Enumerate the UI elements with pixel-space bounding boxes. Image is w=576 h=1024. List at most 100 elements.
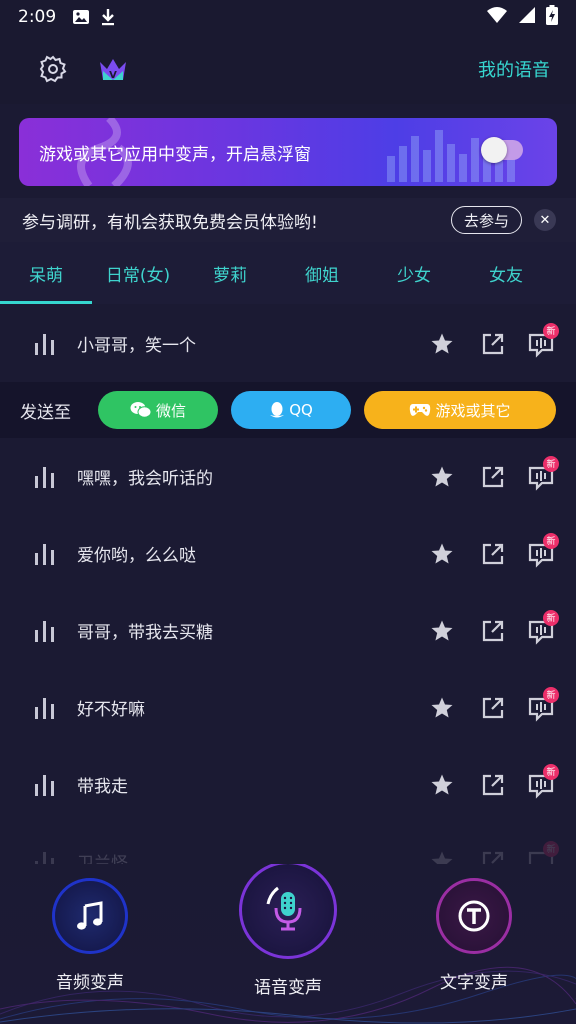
send-game-button[interactable]: 游戏或其它 <box>364 391 556 429</box>
download-icon <box>100 8 116 26</box>
list-item[interactable]: 嘿嘿，我会听话的 新 <box>0 438 576 515</box>
new-badge: 新 <box>543 840 559 857</box>
status-bar: 2:09 <box>0 0 576 34</box>
list-item[interactable]: 哥哥，带我去买糖 新 <box>0 592 576 669</box>
tab-label: 御姐 <box>305 265 339 286</box>
tab-daily-female[interactable]: 日常(女) <box>92 242 184 304</box>
share-icon[interactable] <box>481 542 505 566</box>
voice-label: 小哥哥，笑一个 <box>77 336 196 356</box>
new-badge: 新 <box>543 455 559 472</box>
send-wechat-button[interactable]: 微信 <box>98 391 218 429</box>
microphone-icon <box>266 886 302 931</box>
audio-bars-icon <box>35 851 54 864</box>
new-badge: 新 <box>543 609 559 626</box>
image-notification-icon <box>72 8 90 26</box>
voice-label: 爱你哟，么么哒 <box>77 546 196 566</box>
settings-gear-icon[interactable] <box>36 52 70 86</box>
vip-crown-icon[interactable]: V <box>96 52 130 86</box>
close-survey-icon[interactable]: ✕ <box>534 209 556 231</box>
floating-play-icon[interactable]: 新 <box>527 840 559 864</box>
signal-icon <box>518 6 536 29</box>
tab-yujie[interactable]: 御姐 <box>276 242 368 304</box>
music-note-icon <box>77 901 103 930</box>
favorite-star-icon[interactable] <box>430 465 454 489</box>
wifi-icon <box>486 6 508 29</box>
audio-bars-icon <box>35 543 54 565</box>
status-time: 2:09 <box>18 7 57 27</box>
tab-loli[interactable]: 萝莉 <box>184 242 276 304</box>
voice-label: 哥哥，带我去买糖 <box>77 623 213 643</box>
text-t-icon <box>458 900 490 932</box>
share-icon[interactable] <box>481 465 505 489</box>
new-badge: 新 <box>543 763 559 780</box>
wechat-icon <box>130 402 152 418</box>
audio-bars-icon <box>35 333 54 355</box>
nav-voice-change[interactable]: 语音变声 <box>238 864 338 998</box>
floating-play-icon[interactable]: 新 <box>527 322 559 358</box>
nav-audio-voice-change[interactable]: 音频变声 <box>50 878 130 993</box>
share-icon[interactable] <box>481 850 505 865</box>
share-icon[interactable] <box>481 619 505 643</box>
tab-label: 日常(女) <box>105 265 171 286</box>
tab-label: 女友 <box>489 265 523 286</box>
qq-label: QQ <box>289 401 313 419</box>
tab-daimeng[interactable]: 呆萌 <box>0 242 92 304</box>
join-survey-button[interactable]: 去参与 <box>451 206 522 234</box>
share-icon[interactable] <box>481 332 505 356</box>
battery-icon <box>546 4 558 30</box>
favorite-star-icon[interactable] <box>430 619 454 643</box>
nav-text-voice-change[interactable]: 文字变声 <box>434 878 514 993</box>
floating-play-icon[interactable]: 新 <box>527 763 559 799</box>
voice-circle <box>239 864 337 959</box>
tab-label: 少女 <box>397 265 431 286</box>
qq-icon <box>270 402 285 418</box>
tab-shaonv[interactable]: 少女 <box>368 242 460 304</box>
bottom-nav: 音频变声 语音变声 文字变声 <box>0 864 576 1024</box>
new-badge: 新 <box>543 686 559 703</box>
toggle-knob <box>481 137 507 163</box>
tab-label: 呆萌 <box>29 265 63 286</box>
favorite-star-icon[interactable] <box>430 773 454 797</box>
list-item[interactable]: 爱你哟，么么哒 新 <box>0 515 576 592</box>
floating-play-icon[interactable]: 新 <box>527 686 559 722</box>
favorite-star-icon[interactable] <box>430 850 454 865</box>
send-to-label: 发送至 <box>20 402 71 423</box>
favorite-star-icon[interactable] <box>430 696 454 720</box>
category-tabs: 呆萌 日常(女) 萝莉 御姐 少女 女友 <box>0 242 576 304</box>
share-icon[interactable] <box>481 696 505 720</box>
audio-bars-icon <box>35 774 54 796</box>
banner-text: 游戏或其它应用中变声，开启悬浮窗 <box>39 144 311 165</box>
list-item[interactable]: 带我走 新 <box>0 746 576 823</box>
voice-label: 带我走 <box>77 777 128 797</box>
new-badge: 新 <box>543 532 559 549</box>
audio-bars-icon <box>35 466 54 488</box>
svg-text:V: V <box>109 70 117 81</box>
audio-bars-icon <box>35 620 54 642</box>
floating-window-toggle[interactable] <box>481 137 523 163</box>
gamepad-icon <box>410 404 431 416</box>
voice-label: 嘿嘿，我会听话的 <box>77 469 213 489</box>
survey-text: 参与调研，有机会获取免费会员体验哟! <box>22 212 318 233</box>
floating-play-icon[interactable]: 新 <box>527 609 559 645</box>
app-header: V 我的语音 <box>0 34 576 104</box>
list-item[interactable]: 卫兰怪 新 <box>0 823 576 864</box>
favorite-star-icon[interactable] <box>430 542 454 566</box>
list-item[interactable]: 好不好嘛 新 <box>0 669 576 746</box>
audio-bars-icon <box>35 697 54 719</box>
floating-play-icon[interactable]: 新 <box>527 532 559 568</box>
send-to-bar: 发送至 微信 QQ 游戏或其它 <box>0 382 576 438</box>
nav-audio-label: 音频变声 <box>56 973 124 993</box>
tab-girlfriend[interactable]: 女友 <box>460 242 552 304</box>
favorite-star-icon[interactable] <box>430 332 454 356</box>
my-voice-link[interactable]: 我的语音 <box>478 56 550 82</box>
floating-window-banner[interactable]: 游戏或其它应用中变声，开启悬浮窗 <box>19 118 557 186</box>
audio-circle <box>52 878 128 954</box>
list-item[interactable]: 小哥哥，笑一个 新 <box>0 305 576 382</box>
floating-play-icon[interactable]: 新 <box>527 455 559 491</box>
tab-label: 萝莉 <box>213 265 247 286</box>
voice-list: 小哥哥，笑一个 新 发送至 微信 QQ 游戏或其它 嘿嘿，我会听话的 新 爱你哟… <box>0 304 576 864</box>
nav-voice-label: 语音变声 <box>254 978 322 998</box>
send-qq-button[interactable]: QQ <box>231 391 351 429</box>
game-label: 游戏或其它 <box>435 401 511 420</box>
share-icon[interactable] <box>481 773 505 797</box>
